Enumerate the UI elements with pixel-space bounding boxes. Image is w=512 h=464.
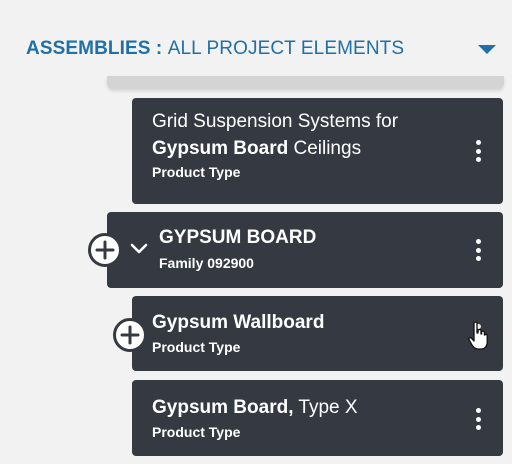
plus-glyph [95, 240, 115, 260]
caret-down-icon[interactable] [478, 44, 496, 54]
list-item-subtitle: Product Type [152, 164, 241, 180]
list-item-grid-suspension-systems[interactable]: Grid Suspension Systems for Gypsum Board… [132, 98, 503, 204]
list-item-title: Gypsum Wallboard [152, 309, 503, 336]
title-rest-part: Ceilings [288, 138, 362, 159]
assemblies-filter-dropdown[interactable]: ASSEMBLIES : ALL PROJECT ELEMENTS [26, 36, 500, 62]
list-item-title: Gypsum Board, Type X [152, 394, 503, 421]
list-item-gypsum-wallboard[interactable]: Gypsum Wallboard Product Type [132, 296, 503, 371]
list-item-title: Grid Suspension Systems for Gypsum Board… [152, 108, 483, 162]
list-item-gypsum-board-type-x[interactable]: Gypsum Board, Type X Product Type [132, 380, 503, 456]
title-line-1: Grid Suspension Systems for [152, 111, 399, 132]
hand-pointer-cursor-icon [468, 321, 488, 350]
kebab-menu-icon[interactable] [475, 140, 481, 162]
title-line-2: Gypsum Board Ceilings [152, 135, 483, 162]
assemblies-filter-label: ASSEMBLIES : ALL PROJECT ELEMENTS [26, 38, 404, 60]
list-item-gypsum-board-family[interactable]: GYPSUM BOARD Family 092900 [107, 212, 503, 288]
title-bold-part: Gypsum Board, [152, 397, 294, 418]
list-item-subtitle: Product Type [152, 424, 241, 440]
plus-glyph [120, 325, 140, 345]
title-bold-part: Gypsum Board [152, 138, 289, 159]
list-scroll-edge [107, 76, 504, 89]
header-prefix: ASSEMBLIES [26, 38, 151, 59]
header-separator: : [150, 38, 168, 59]
kebab-menu-icon[interactable] [475, 408, 481, 430]
header-scope: ALL PROJECT ELEMENTS [167, 38, 405, 59]
list-item-title: GYPSUM BOARD [159, 224, 503, 251]
title-rest-part: Type X [293, 397, 358, 418]
list-item-subtitle: Product Type [152, 339, 241, 355]
title-text: GYPSUM BOARD [159, 227, 317, 248]
assemblies-panel: ASSEMBLIES : ALL PROJECT ELEMENTS Grid S… [0, 0, 512, 464]
list-item-subtitle: Family 092900 [159, 255, 254, 271]
plus-circle-icon[interactable] [113, 318, 147, 352]
chevron-down-icon[interactable] [130, 243, 148, 255]
plus-circle-icon[interactable] [88, 233, 122, 267]
kebab-menu-icon[interactable] [475, 239, 481, 261]
title-text: Gypsum Wallboard [152, 312, 325, 333]
